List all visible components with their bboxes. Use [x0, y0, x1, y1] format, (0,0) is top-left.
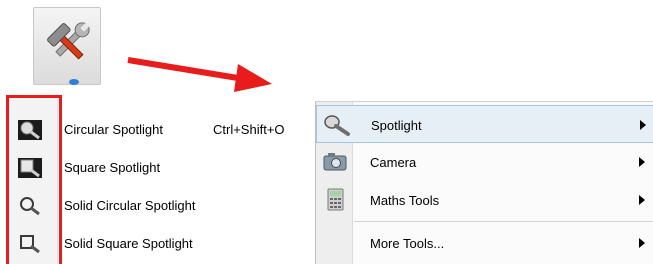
icon-highlight-box	[6, 95, 62, 264]
tools-button[interactable]	[33, 7, 101, 85]
menu-item-maths-tools[interactable]: Maths Tools	[316, 181, 653, 219]
submenu-arrow-icon	[639, 238, 645, 248]
menu-item-label: Spotlight	[371, 118, 422, 133]
hammer-wrench-icon	[47, 22, 90, 85]
menu-item-spotlight[interactable]: Spotlight	[316, 105, 653, 143]
menu-item-camera[interactable]: Camera	[316, 143, 653, 181]
menu-item-label: Solid Circular Spotlight	[64, 198, 196, 213]
submenu-arrow-icon	[639, 195, 645, 205]
menu-item-more-tools[interactable]: More Tools...	[316, 224, 653, 262]
calculator-icon	[327, 188, 344, 211]
submenu-arrow-icon	[639, 157, 645, 167]
shortcut-label: Ctrl+Shift+O	[213, 122, 285, 137]
menu-item-label: Camera	[370, 155, 417, 170]
menu-item-label: More Tools...	[370, 236, 445, 251]
menu-item-label: Solid Square Spotlight	[64, 236, 193, 251]
menu-item-label: Maths Tools	[370, 193, 440, 208]
red-arrow	[127, 57, 272, 92]
menu-item-label: Square Spotlight	[64, 160, 161, 175]
menu-separator	[354, 221, 653, 222]
spotlight-icon	[324, 115, 350, 136]
menu-item-label: Circular Spotlight	[64, 122, 163, 137]
tools-menu: Spotlight Camera Maths Tools More Tools.…	[315, 101, 653, 264]
camera-icon	[323, 153, 347, 171]
submenu-arrow-icon	[640, 120, 646, 130]
